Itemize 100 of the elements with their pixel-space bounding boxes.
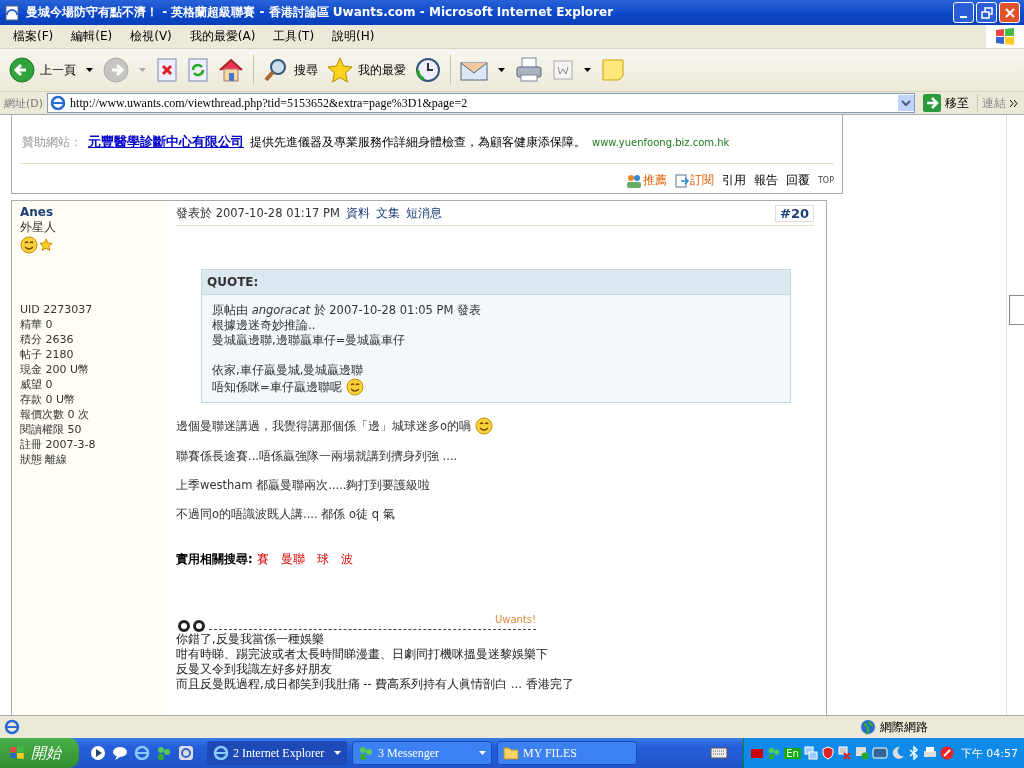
user-stat: 帖子 2180 (20, 347, 75, 362)
window-title: 曼城今場防守有點不濟！ - 英格蘭超級聯賽 - 香港討論區 Uwants.com - Microsoft Internet Explorer (26, 4, 615, 21)
sponsor-text: 提供先進儀器及專業服務作詳細身體檢查，為顧客健康添保障。 (250, 134, 586, 151)
user-stat: 閱讀權限 50 (20, 422, 83, 437)
related-tag-link[interactable]: 球 (316, 552, 329, 567)
keyboard-icon[interactable] (710, 747, 729, 759)
go-arrow-icon (923, 94, 941, 112)
media-player-icon[interactable] (90, 745, 106, 761)
quote-line: 唔知係咪=車仔贏邊聯呢 (212, 379, 342, 395)
user-stat: 現金 200 U幣 (20, 362, 91, 377)
globe-icon (860, 719, 876, 735)
address-dropdown-icon[interactable] (898, 95, 914, 111)
author-name[interactable]: Anes (20, 205, 158, 219)
page-icon (4, 4, 20, 21)
profile-link[interactable]: 短消息 (405, 205, 442, 221)
signature-line: 而且反曼既過程,成日都笑到我肚痛 -- 費高系列持有人眞情剖白 ... 香港完了 (176, 677, 575, 692)
taskbar-button[interactable]: 3 Messenger (352, 741, 492, 765)
printer-icon[interactable] (922, 746, 937, 760)
network-icon[interactable] (803, 746, 818, 760)
user-rank: 外星人 (20, 219, 57, 236)
user-stat: 精華 0 (20, 317, 54, 332)
ie-icon[interactable] (134, 745, 150, 761)
user-stat: 狀態 離線 (20, 452, 69, 467)
recommend-link[interactable]: 推薦 (626, 172, 667, 189)
menu-item[interactable]: 說明(H) (323, 28, 384, 45)
related-search-label: 實用相關搜尋: (176, 552, 253, 567)
network-icon[interactable] (837, 746, 852, 760)
address-label: 網址(D) (4, 95, 44, 111)
ie-icon (213, 745, 229, 761)
close-button[interactable] (999, 2, 1020, 23)
taskbar-button[interactable]: MY FILES (497, 741, 637, 765)
subscribe-link[interactable]: 訂閱 (675, 172, 714, 189)
dropdown-caret-icon[interactable] (498, 68, 505, 72)
security-zone: 網際網路 (880, 718, 929, 736)
ie-page-icon (50, 95, 67, 111)
post-paragraph: 上季westham 都贏曼聯兩次.....夠打到要護級啦 (176, 478, 431, 493)
signature-line: 反曼又令到我識左好多好朋友 (176, 662, 333, 677)
restore-icon (980, 6, 993, 19)
windows-flag-icon (986, 25, 1024, 48)
folder-icon (503, 746, 519, 760)
user-stat: UID 2273037 (20, 302, 94, 317)
menu-item[interactable]: 檢視(V) (121, 28, 181, 45)
dropdown-caret-icon (334, 751, 341, 755)
related-tag-link[interactable]: 曼聯 (280, 552, 305, 567)
people-icon[interactable] (156, 745, 172, 761)
tray-app-icon[interactable] (871, 746, 888, 760)
profile-link[interactable]: 資料 (345, 205, 370, 221)
go-button[interactable]: 移至 (919, 94, 978, 112)
menu-item[interactable]: 編輯(E) (62, 28, 122, 45)
signature-line: 咁有時睇、踢完波或者太長時間睇漫畫、日劇同打機咪搵曼迷黎娛樂下 (176, 647, 549, 662)
post-action-link[interactable]: 引用 (722, 172, 746, 189)
address-field[interactable]: http://www.uwants.com/viewthread.php?tid=5153652&extra=page%3D1&page=2 (47, 93, 915, 113)
star-icon[interactable] (327, 57, 353, 83)
close-icon (1003, 6, 1016, 19)
post-paragraph: 邊個曼聯迷講過，我覺得講那個係「邊」城球迷多o的喎 (176, 418, 472, 434)
quote-line: 根據邊迷奇妙推論.. (212, 318, 316, 333)
post-action-link[interactable]: 報告 (754, 172, 778, 189)
star-badge-icon (39, 238, 53, 252)
user-stat: 報價次數 0 次 (20, 407, 90, 422)
warning-icon[interactable] (939, 746, 954, 760)
clock: 下午 04:57 (960, 745, 1018, 761)
post-number[interactable]: #20 (775, 204, 814, 222)
menu-item[interactable]: 工具(T) (264, 28, 324, 45)
moon-icon[interactable] (890, 746, 905, 760)
menu-item[interactable]: 我的最愛(A) (180, 28, 265, 45)
toolbar-button[interactable]: 上一頁 (6, 55, 79, 85)
related-tag-link[interactable]: 賽 (256, 552, 269, 567)
toolbar-button[interactable]: 我的最愛 (324, 55, 409, 85)
chevron-icon[interactable] (1010, 99, 1020, 107)
sponsor-link[interactable]: 元豐醫學診斷中心有限公司 (88, 133, 244, 151)
user-stat: 積分 2636 (20, 332, 75, 347)
taskbar-button[interactable]: 2 Internet Explorer (207, 741, 347, 765)
dropdown-caret-icon[interactable] (86, 68, 93, 72)
search-icon[interactable] (263, 57, 289, 83)
minimize-button[interactable] (953, 2, 974, 23)
user-stat: 威望 0 (20, 377, 54, 392)
post-action-link[interactable]: 回覆 (786, 172, 810, 189)
shield-check-icon[interactable] (854, 746, 869, 760)
windows-flag-icon (8, 745, 26, 761)
chat-bubble-icon[interactable] (112, 745, 128, 761)
user-stat: 註冊 2007-3-8 (20, 437, 97, 452)
smiley-badge-icon (20, 236, 38, 254)
shield-icon[interactable] (820, 746, 835, 760)
profile-link[interactable]: 文集 (375, 205, 400, 221)
sponsor-url[interactable]: www.yuenfoong.biz.com.hk (592, 137, 730, 148)
quote-line: 依家,車仔贏曼城,曼城贏邊聯 (212, 363, 364, 378)
scroll-thumb[interactable] (1009, 295, 1024, 325)
post-date: 發表於 2007-10-28 01:17 PM (176, 205, 340, 221)
minimize-icon (960, 15, 967, 18)
quote-line: 曼城贏邊聯,邊聯贏車仔=曼城贏車仔 (212, 333, 406, 348)
menu-item[interactable]: 檔案(F) (4, 28, 63, 45)
toolbar-button[interactable]: 搜尋 (260, 55, 321, 85)
restore-button[interactable] (976, 2, 997, 23)
ie-icon[interactable] (178, 745, 194, 761)
related-tag-link[interactable]: 波 (340, 552, 353, 567)
quote-line: 原帖由 angoracat 於 2007-10-28 01:05 PM 發表 (212, 303, 482, 318)
dropdown-caret-icon[interactable] (584, 68, 591, 72)
signature-line: 你錯了,反曼我當係一種娛樂 (176, 632, 325, 647)
top-link[interactable]: TOP (818, 176, 834, 185)
bluetooth-icon[interactable] (907, 746, 920, 760)
